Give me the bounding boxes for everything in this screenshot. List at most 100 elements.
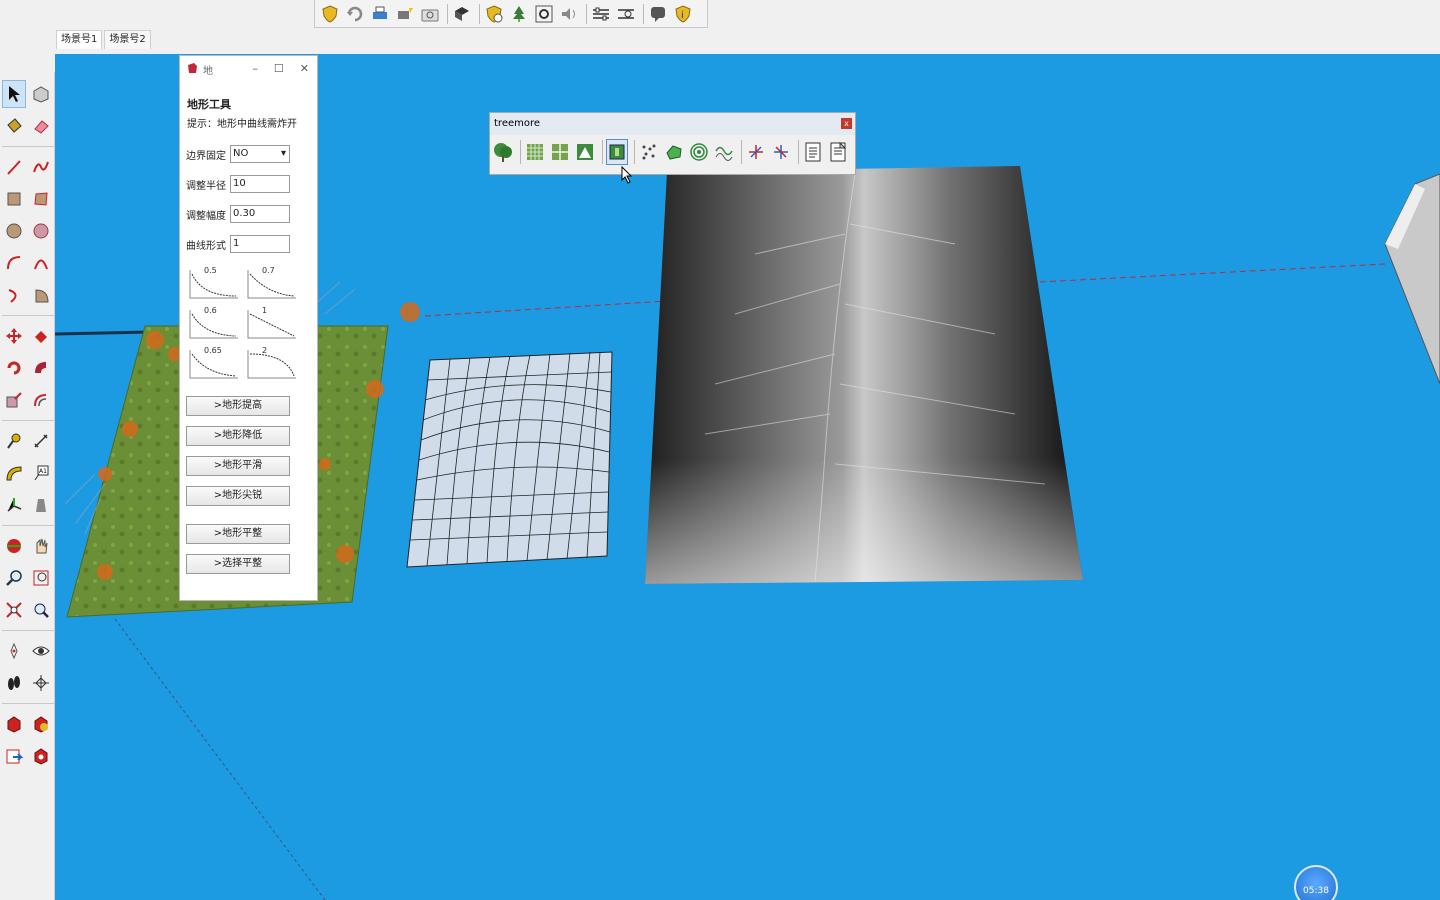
- box-model[interactable]: [1384, 173, 1440, 385]
- radius-input[interactable]: 10: [230, 175, 290, 193]
- mesh-terrain[interactable]: [406, 351, 613, 568]
- rotate-icon[interactable]: [2, 354, 26, 382]
- pan-icon[interactable]: [29, 532, 53, 560]
- field-label: 调整幅度: [186, 210, 226, 222]
- close-icon[interactable]: x: [841, 118, 852, 129]
- mouse-cursor-icon: [621, 165, 633, 188]
- gear-frame-icon[interactable]: [533, 3, 555, 25]
- camera-flash-icon[interactable]: [394, 3, 416, 25]
- paint-bucket-icon[interactable]: [2, 112, 26, 140]
- cube-stack-icon[interactable]: [451, 3, 473, 25]
- eraser-icon[interactable]: [29, 112, 53, 140]
- treemore-toolbar: treemore x: [489, 112, 856, 175]
- axis-tree-alt-icon[interactable]: [770, 139, 792, 165]
- previous-view-icon[interactable]: [29, 596, 53, 624]
- follow-me-icon[interactable]: [29, 354, 53, 382]
- position-camera-icon[interactable]: [2, 637, 26, 665]
- scene-tab-1[interactable]: 场景号1: [56, 30, 103, 49]
- protractor-icon[interactable]: [2, 459, 26, 487]
- sketchup-logo-icon: [186, 62, 198, 77]
- refresh-icon[interactable]: [344, 3, 366, 25]
- walk-icon[interactable]: [2, 669, 26, 697]
- scene-tab-2[interactable]: 场景号2: [104, 30, 151, 49]
- pie-icon[interactable]: [29, 281, 53, 309]
- rectangle-icon[interactable]: [2, 185, 26, 213]
- arc-3pt-icon[interactable]: [2, 281, 26, 309]
- document-export-icon[interactable]: [827, 139, 849, 165]
- freehand-icon[interactable]: [29, 153, 53, 181]
- treemore-titlebar[interactable]: treemore x: [490, 113, 855, 135]
- contour-icon[interactable]: [688, 139, 710, 165]
- text-tool-icon[interactable]: A1: [29, 459, 53, 487]
- tree-icon[interactable]: [492, 139, 514, 165]
- section-plane-icon[interactable]: [29, 669, 53, 697]
- terrain-sharpen-button[interactable]: >地形尖锐: [186, 486, 290, 506]
- print-icon[interactable]: [369, 3, 391, 25]
- field-curve-type: 曲线形式 1: [186, 234, 317, 254]
- scale-icon[interactable]: [2, 386, 26, 414]
- document-icon[interactable]: [802, 139, 824, 165]
- line-tool-icon[interactable]: [2, 153, 26, 181]
- circle-icon[interactable]: [2, 217, 26, 245]
- terrain-smooth-button[interactable]: >地形平滑: [186, 456, 290, 476]
- orbit-icon[interactable]: [2, 532, 26, 560]
- terrain-lower-button[interactable]: >地形降低: [186, 426, 290, 446]
- 3d-text-icon[interactable]: [29, 491, 53, 519]
- mountain-icon[interactable]: [574, 139, 596, 165]
- curve-preset[interactable]: 0.5: [188, 266, 240, 300]
- push-pull-icon[interactable]: [29, 322, 53, 350]
- quad-grid-icon[interactable]: [549, 139, 571, 165]
- shield-gold-icon[interactable]: [319, 3, 341, 25]
- curve-preset[interactable]: 2: [246, 346, 298, 380]
- sliders-eye-icon[interactable]: [615, 3, 637, 25]
- curve-label: 0.65: [204, 346, 222, 355]
- tree-icon[interactable]: [508, 3, 530, 25]
- axes-icon[interactable]: [2, 491, 26, 519]
- dimension-icon[interactable]: [29, 427, 53, 455]
- rotated-rectangle-icon[interactable]: [29, 185, 53, 213]
- curve-preset[interactable]: 0.6: [188, 306, 240, 340]
- tape-measure-icon[interactable]: [2, 427, 26, 455]
- speaker-icon[interactable]: [558, 3, 580, 25]
- extension-manager-icon[interactable]: [29, 742, 53, 770]
- make-component-icon[interactable]: [29, 80, 53, 108]
- boundary-fixed-select[interactable]: NO ▾: [230, 145, 290, 163]
- arc-2pt-icon[interactable]: [29, 249, 53, 277]
- terrain-raise-button[interactable]: >地形提高: [186, 396, 290, 416]
- offset-icon[interactable]: [29, 386, 53, 414]
- arc-icon[interactable]: [2, 249, 26, 277]
- zoom-icon[interactable]: [2, 564, 26, 592]
- extension-warehouse-icon[interactable]: [29, 710, 53, 738]
- camera-icon[interactable]: [419, 3, 441, 25]
- zoom-window-icon[interactable]: [29, 564, 53, 592]
- sliders-icon[interactable]: [590, 3, 612, 25]
- bush-icon[interactable]: [663, 139, 685, 165]
- info-shield-icon[interactable]: i: [672, 3, 694, 25]
- grid-icon[interactable]: [524, 139, 546, 165]
- maximize-icon[interactable]: ☐: [274, 62, 284, 75]
- polygon-icon[interactable]: [29, 217, 53, 245]
- tool-palette: A1: [0, 72, 55, 900]
- move-icon[interactable]: [2, 322, 26, 350]
- curve-preset[interactable]: 1: [246, 306, 298, 340]
- select-flatten-button[interactable]: >选择平整: [186, 554, 290, 574]
- curve-preset[interactable]: 0.65: [188, 346, 240, 380]
- tree-map-icon[interactable]: [606, 139, 628, 165]
- look-around-icon[interactable]: [29, 637, 53, 665]
- scatter-icon[interactable]: [638, 139, 660, 165]
- close-icon[interactable]: ✕: [300, 62, 309, 75]
- curve-type-input[interactable]: 1: [230, 235, 290, 253]
- heightmap-terrain[interactable]: [645, 166, 1083, 584]
- axis-tree-icon[interactable]: [745, 139, 767, 165]
- send-layout-icon[interactable]: [2, 742, 26, 770]
- warehouse-icon[interactable]: [2, 710, 26, 738]
- zoom-extents-icon[interactable]: [2, 596, 26, 624]
- amplitude-input[interactable]: 0.30: [230, 205, 290, 223]
- curve-preset[interactable]: 0.7: [246, 266, 298, 300]
- minimize-icon[interactable]: –: [252, 62, 258, 75]
- chat-bubble-icon[interactable]: [647, 3, 669, 25]
- terrain-flatten-button[interactable]: >地形平整: [186, 524, 290, 544]
- shield-add-icon[interactable]: [483, 3, 505, 25]
- wave-icon[interactable]: [713, 139, 735, 165]
- select-tool-icon[interactable]: [2, 80, 26, 108]
